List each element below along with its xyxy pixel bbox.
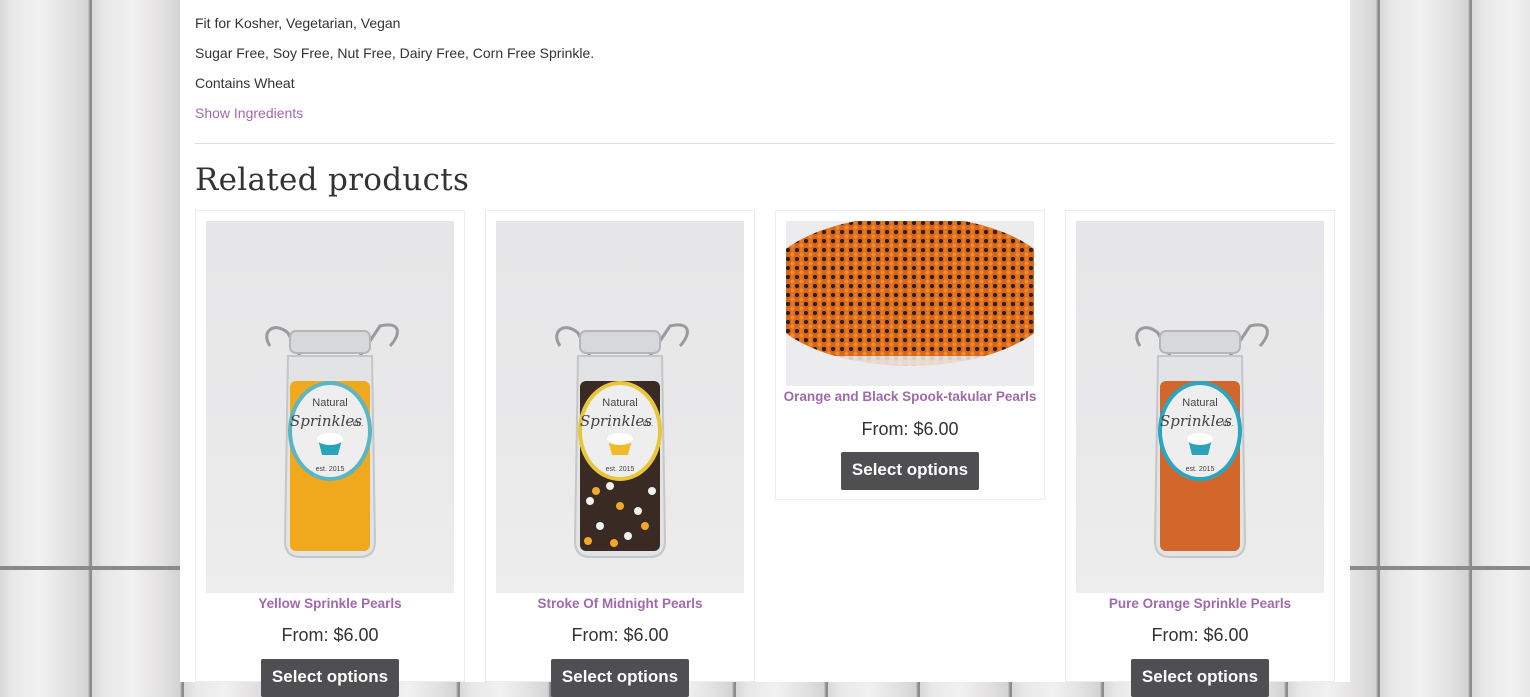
product-card-spook: Orange and Black Spook-takular Pearls Fr… [775,210,1045,500]
select-options-button[interactable]: Select options [1131,659,1269,697]
jar-label-co: co. [1223,419,1234,428]
product-name-link[interactable]: Yellow Sprinkle Pearls [196,596,464,611]
dietary-info: Fit for Kosher, Vegetarian, Vegan [195,15,401,31]
related-products-heading: Related products [195,162,470,198]
jar-label-co: co. [643,419,654,428]
wheat-notice: Contains Wheat [195,75,295,91]
wood-plank-seam-right [1350,566,1530,570]
product-image-orange-jar[interactable]: Natural Sprinkles co. est. 2015 [1076,221,1324,593]
select-options-button[interactable]: Select options [261,659,399,697]
show-ingredients-link[interactable]: Show Ingredients [195,104,303,122]
jar-label-natural: Natural [312,397,347,409]
product-image-spook-pearls[interactable] [786,221,1034,386]
product-price: From: $6.00 [571,625,669,645]
section-divider [195,143,1335,144]
product-price: From: $6.00 [861,419,959,439]
jar-label-est: est. 2015 [1186,466,1215,473]
product-price: From: $6.00 [1151,625,1249,645]
product-name-link[interactable]: Pure Orange Sprinkle Pearls [1066,596,1334,611]
jar-label-co: co. [353,419,364,428]
product-card-midnight: Natural Sprinkles co. est. 2015 Stroke O… [485,210,755,697]
sprinkle-pile-icon [786,221,1034,386]
jar-icon: Natural Sprinkles co. est. 2015 [555,323,689,558]
jar-label-sprinkles: Sprinkles [290,412,362,430]
jar-label-est: est. 2015 [316,466,345,473]
allergen-info: Sugar Free, Soy Free, Nut Free, Dairy Fr… [195,45,595,61]
product-image-yellow-jar[interactable]: Natural Sprinkles co. est. 2015 [206,221,454,593]
product-price: From: $6.00 [281,625,379,645]
jar-label-sprinkles: Sprinkles [580,412,652,430]
wood-plank-seam-left [0,566,180,570]
product-image-midnight-jar[interactable]: Natural Sprinkles co. est. 2015 [496,221,744,593]
select-options-button[interactable]: Select options [551,659,689,697]
product-name-link[interactable]: Stroke Of Midnight Pearls [486,596,754,611]
jar-label-sprinkles: Sprinkles [1160,412,1232,430]
jar-icon: Natural Sprinkles co. est. 2015 [265,323,399,558]
jar-label-est: est. 2015 [606,466,635,473]
jar-label-natural: Natural [1182,397,1217,409]
select-options-button[interactable]: Select options [841,452,979,490]
main-content: Fit for Kosher, Vegetarian, Vegan Sugar … [180,0,1350,697]
product-card-yellow: Natural Sprinkles co. est. 2015 Yellow S… [195,210,465,697]
product-card-orange: Natural Sprinkles co. est. 2015 Pure Ora… [1065,210,1335,697]
jar-icon: Natural Sprinkles co. est. 2015 [1135,323,1269,558]
jar-label-natural: Natural [602,397,637,409]
product-name-link[interactable]: Orange and Black Spook-takular Pearls [776,389,1044,404]
